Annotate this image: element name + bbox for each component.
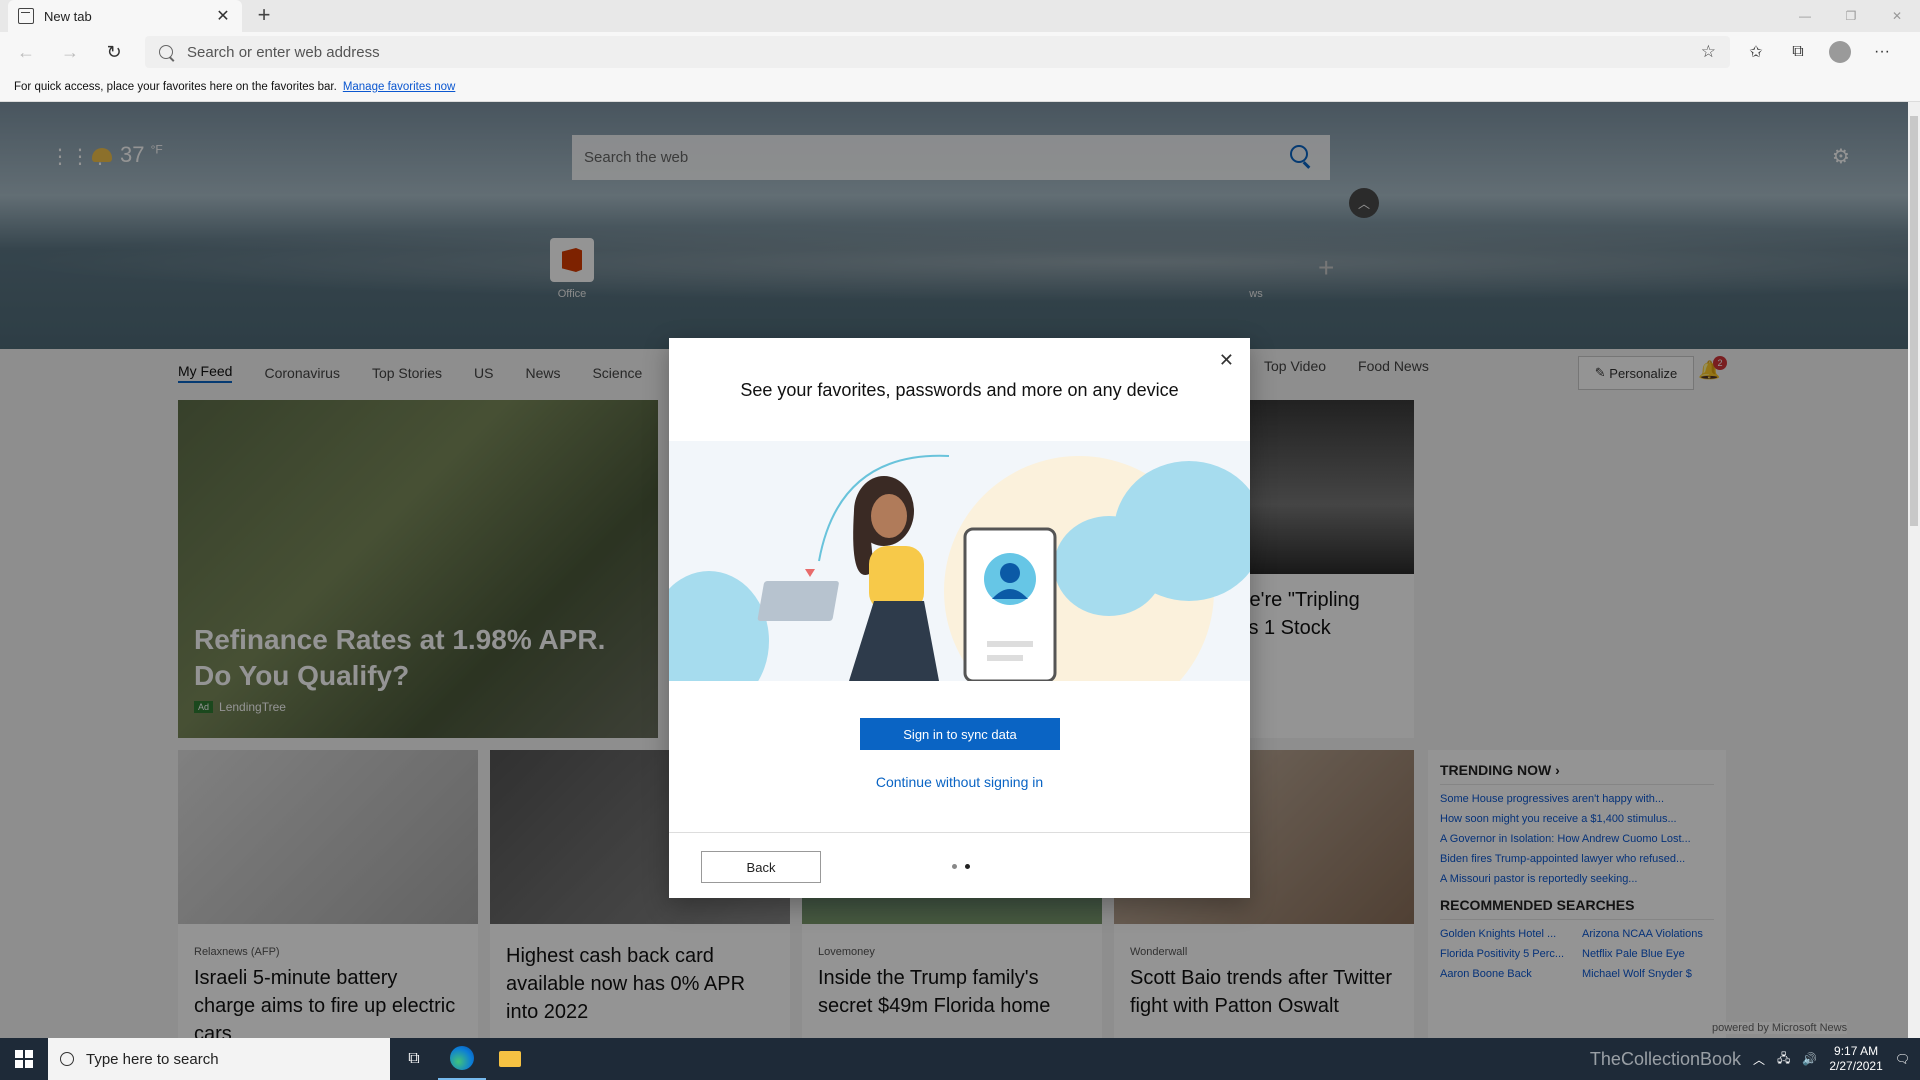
close-window-icon[interactable]: ✕: [1874, 0, 1920, 32]
close-icon[interactable]: ✕: [1219, 350, 1234, 371]
windows-taskbar: Type here to search ⧉ TheCollectionBook …: [0, 1038, 1920, 1080]
newtab-page-icon: [18, 8, 34, 24]
file-explorer-button[interactable]: [486, 1038, 534, 1080]
toolbar-actions: ✩ ⧉ ···: [1738, 36, 1900, 68]
profile-avatar[interactable]: [1829, 41, 1851, 63]
search-icon: [60, 1052, 74, 1066]
taskbar-search-box[interactable]: Type here to search: [48, 1038, 390, 1080]
tray-chevron-icon[interactable]: ︿: [1753, 1051, 1765, 1068]
watermark: TheCollectionBook: [1589, 1048, 1742, 1069]
windows-logo-icon: [15, 1050, 33, 1068]
forward-arrow-icon[interactable]: →: [52, 36, 88, 68]
tab-close-icon[interactable]: ✕: [214, 6, 232, 26]
page-scrollbar[interactable]: [1908, 102, 1920, 1038]
clock[interactable]: 9:17 AM 2/27/2021: [1829, 1044, 1882, 1074]
sync-signin-dialog: ✕ See your favorites, passwords and more…: [669, 338, 1250, 898]
address-bar[interactable]: Search or enter web address ☆: [145, 36, 1730, 68]
network-icon[interactable]: 🖧: [1777, 1049, 1790, 1070]
start-button[interactable]: [0, 1038, 48, 1080]
back-button[interactable]: Back: [701, 851, 821, 883]
new-tab-page: ⋮⋮⋮ 37 °F Search the web ⚙ ︿ Office ws +…: [0, 102, 1908, 1038]
refresh-icon[interactable]: ↻: [96, 36, 132, 68]
more-menu-icon[interactable]: ···: [1864, 36, 1900, 68]
task-view-icon[interactable]: ⧉: [390, 1038, 438, 1080]
manage-favorites-link[interactable]: Manage favorites now: [343, 81, 456, 93]
address-placeholder: Search or enter web address: [187, 43, 380, 61]
tab-new-tab[interactable]: New tab ✕: [8, 0, 242, 32]
divider: [669, 832, 1250, 833]
action-center-icon[interactable]: 🗨: [1895, 1052, 1910, 1066]
favbar-hint: For quick access, place your favorites h…: [14, 80, 337, 93]
dialog-title: See your favorites, passwords and more o…: [740, 380, 1179, 400]
clock-time: 9:17 AM: [1834, 1044, 1879, 1058]
window-controls: — ❐ ✕: [1782, 0, 1920, 32]
favorites-icon[interactable]: ✩: [1738, 36, 1774, 68]
continue-without-signin-link[interactable]: Continue without signing in: [669, 774, 1250, 790]
edge-icon: [450, 1046, 474, 1070]
taskbar-search-placeholder: Type here to search: [86, 1050, 219, 1068]
tab-title: New tab: [44, 8, 92, 24]
tab-strip: New tab ✕ + — ❐ ✕: [0, 0, 1920, 32]
minimize-icon[interactable]: —: [1782, 0, 1828, 32]
sign-in-sync-button[interactable]: Sign in to sync data: [860, 718, 1060, 750]
page-dot: [952, 864, 957, 869]
search-icon: [156, 42, 176, 62]
new-tab-button[interactable]: +: [252, 4, 276, 28]
collections-icon[interactable]: ⧉: [1780, 36, 1816, 68]
volume-icon[interactable]: 🔊: [1802, 1052, 1817, 1066]
page-indicator: [952, 864, 970, 869]
folder-icon: [499, 1051, 521, 1067]
back-arrow-icon[interactable]: ←: [8, 36, 44, 68]
add-favorite-star-icon[interactable]: ☆: [1701, 42, 1716, 62]
clock-date: 2/27/2021: [1829, 1059, 1883, 1073]
sync-illustration: [669, 441, 1250, 681]
browser-toolbar: ← → ↻ Search or enter web address ☆ ✩ ⧉ …: [0, 32, 1920, 72]
favorites-bar: For quick access, place your favorites h…: [0, 72, 1920, 102]
page-dot-active: [965, 864, 970, 869]
edge-taskbar-button[interactable]: [438, 1038, 486, 1080]
system-tray: TheCollectionBook ︿ 🖧 🔊 9:17 AM 2/27/202…: [1590, 1038, 1910, 1080]
scrollbar-thumb[interactable]: [1910, 116, 1918, 526]
restore-icon[interactable]: ❐: [1828, 0, 1874, 32]
